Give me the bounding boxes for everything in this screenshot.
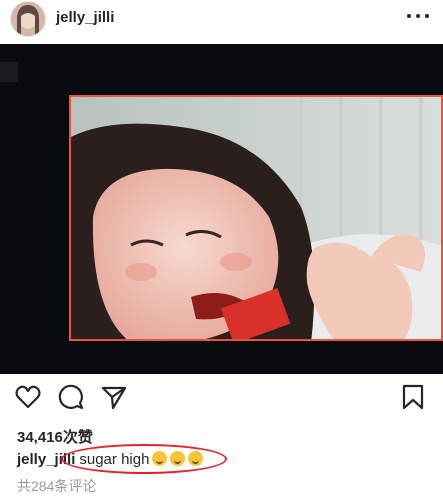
action-bar	[0, 383, 443, 419]
post-header: jelly_jilli	[0, 0, 443, 44]
likes-count[interactable]: 34,416次赞	[17, 426, 93, 447]
photo-frame	[69, 95, 443, 341]
paper-plane-icon[interactable]	[100, 383, 128, 416]
comment-bubble-icon[interactable]	[57, 383, 85, 416]
bookmark-icon[interactable]	[400, 383, 426, 416]
post-image[interactable]	[0, 44, 443, 374]
annotation-circle	[61, 444, 227, 474]
heart-icon[interactable]	[14, 383, 42, 416]
post-username[interactable]: jelly_jilli	[56, 9, 114, 26]
view-comments-link[interactable]: 共284条评论	[17, 476, 96, 496]
more-options-icon[interactable]	[407, 7, 429, 25]
avatar[interactable]	[10, 1, 46, 37]
